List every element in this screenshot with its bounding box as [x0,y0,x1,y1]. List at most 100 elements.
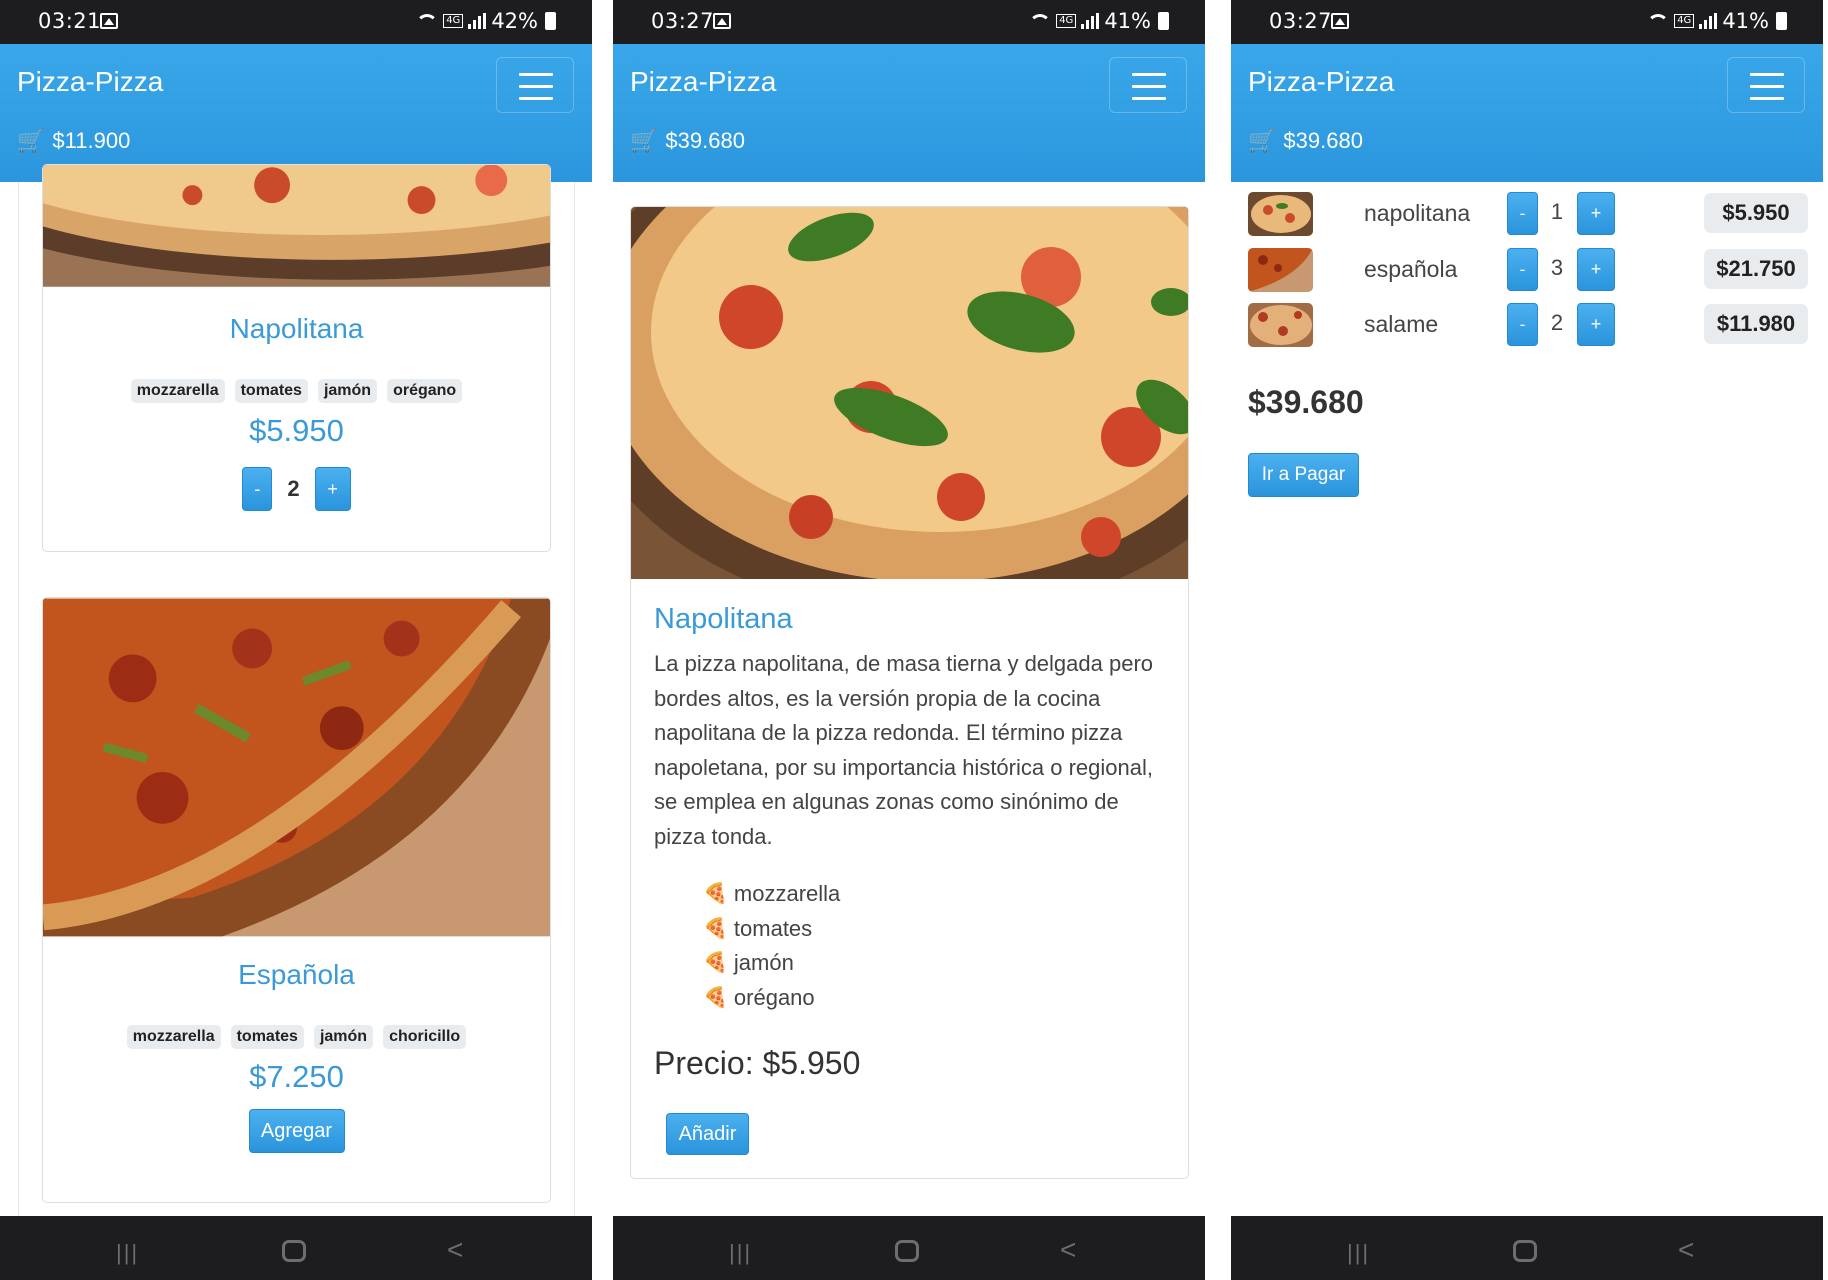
ingredient-chip: orégano [387,379,463,403]
status-time: 03:21 [38,9,102,33]
cart-summary[interactable]: 🛒 $11.900 [17,128,130,154]
shopping-cart-icon: 🛒 [1248,128,1276,153]
home-icon[interactable] [895,1240,919,1262]
cart-total: $39.680 [1283,128,1363,153]
product-title: Napolitana [654,603,793,635]
navbar-brand[interactable]: Pizza-Pizza [17,66,163,98]
pizza-slice-icon: 🍕 [703,917,728,940]
decrease-button[interactable]: - [1507,192,1538,235]
product-card: Napolitana mozzarella tomates jamón orég… [42,164,551,552]
ingredient-name: mozzarella [733,881,841,906]
home-icon[interactable] [282,1240,306,1262]
pizza-image[interactable] [43,598,550,937]
add-button[interactable]: Agregar [248,1109,345,1153]
pizza-slice-icon: 🍕 [703,883,728,905]
ingredient-chip: choricillo [383,1025,467,1049]
cart-item: salame - 2 + $11.980 [1248,300,1808,350]
cart-grand-total: $39.680 [1248,384,1364,420]
pizza-image[interactable] [43,165,550,287]
shopping-cart-icon: 🛒 [17,128,45,153]
product-card: Española mozzarella tomates jamón choric… [42,597,551,1203]
add-to-cart-button[interactable]: Añadir [666,1113,749,1155]
increase-button[interactable]: + [1577,192,1615,235]
status-time: 03:27 [1269,9,1333,33]
screen-product-detail: 03:27 4G 41% Pizza-Pizza 🛒 $39.680 Napol… [613,0,1205,1280]
system-nav-bar: ||| < [613,1216,1205,1280]
recent-apps-icon[interactable]: ||| [729,1240,752,1266]
back-icon[interactable]: < [1678,1234,1694,1266]
back-icon[interactable]: < [1060,1234,1076,1266]
increase-button[interactable]: + [1577,303,1615,346]
cart-item-price: $21.750 [1704,249,1808,289]
product-list: Napolitana mozzarella tomates jamón orég… [18,164,575,1216]
cart-total: $39.680 [665,128,745,153]
hamburger-menu-icon[interactable] [1109,57,1187,113]
increase-button[interactable]: + [1577,248,1615,291]
product-price: $7.250 [249,1059,344,1094]
decrease-button[interactable]: - [1507,303,1538,346]
cart-summary[interactable]: 🛒 $39.680 [630,128,745,154]
ingredient-list: 🍕 mozzarella 🍕 tomates 🍕 jamón 🍕 orégano [703,877,840,1015]
recent-apps-icon[interactable]: ||| [116,1240,139,1266]
recent-apps-icon[interactable]: ||| [1347,1240,1370,1266]
back-icon[interactable]: < [447,1234,463,1266]
ingredient-chip: jamón [317,379,378,403]
ingredient-chips: mozzarella tomates jamón orégano [43,379,550,403]
screen-cart: 03:27 4G 41% Pizza-Pizza 🛒 $39.680 napol… [1231,0,1823,1280]
battery-icon [1776,12,1787,30]
quantity-value: 1 [1550,199,1564,224]
navbar: Pizza-Pizza 🛒 $39.680 [613,44,1205,182]
pizza-image [631,207,1188,579]
system-nav-bar: ||| < [0,1216,592,1280]
quantity-value: 2 [1550,310,1564,335]
pizza-slice-icon: 🍕 [703,952,728,975]
gallery-notification-icon [100,13,118,29]
ingredient-chip: mozzarella [126,1025,221,1049]
hamburger-menu-icon[interactable] [1727,57,1805,113]
product-price: Precio: $5.950 [654,1045,861,1081]
gallery-notification-icon [1331,13,1349,29]
volte-icon: 4G [1056,14,1077,28]
ingredient-chip: jamón [313,1025,374,1049]
cart-item-name: salame [1364,311,1439,337]
pizza-thumbnail [1248,303,1313,347]
battery-percent: 41% [1104,9,1151,33]
checkout-button[interactable]: Ir a Pagar [1248,453,1359,497]
hamburger-menu-icon[interactable] [496,57,574,113]
navbar-brand[interactable]: Pizza-Pizza [630,66,776,98]
shopping-cart-icon: 🛒 [630,128,658,153]
status-time: 03:27 [651,9,715,33]
cart-item-price: $5.950 [1704,193,1808,233]
product-title[interactable]: Española [43,959,550,991]
volte-icon: 4G [1674,14,1695,28]
navbar: Pizza-Pizza 🛒 $11.900 [0,44,592,182]
cart-item: napolitana - 1 + $5.950 [1248,189,1808,239]
battery-icon [1158,12,1169,30]
wifi-icon [1647,14,1670,28]
decrease-button[interactable]: - [242,467,273,511]
screen-product-list: 03:21 4G 42% Pizza-Pizza 🛒 $11.900 Napol… [0,0,592,1280]
signal-icon [468,13,487,29]
cart-item-name: napolitana [1364,200,1471,226]
increase-button[interactable]: + [314,467,351,511]
product-detail-card: Napolitana La pizza napolitana, de masa … [630,206,1189,1179]
home-icon[interactable] [1513,1240,1537,1262]
ingredient-name: tomates [733,915,813,941]
pizza-thumbnail [1248,192,1313,236]
ingredient-chip: mozzarella [130,379,225,403]
product-price: $5.950 [249,413,344,448]
quantity-value: 3 [1550,255,1564,280]
cart-item-price: $11.980 [1704,304,1808,344]
wifi-icon [1029,14,1052,28]
status-bar: 03:21 4G 42% [0,0,592,44]
decrease-button[interactable]: - [1507,248,1538,291]
pizza-slice-icon: 🍕 [703,986,728,1009]
wifi-icon [416,14,439,28]
quantity-value: 2 [287,476,300,501]
ingredient-chip: tomates [230,1025,304,1049]
cart-summary[interactable]: 🛒 $39.680 [1248,128,1363,154]
status-bar: 03:27 4G 41% [613,0,1205,44]
navbar-brand[interactable]: Pizza-Pizza [1248,66,1394,98]
cart-total: $11.900 [52,128,131,153]
product-title[interactable]: Napolitana [43,313,550,345]
